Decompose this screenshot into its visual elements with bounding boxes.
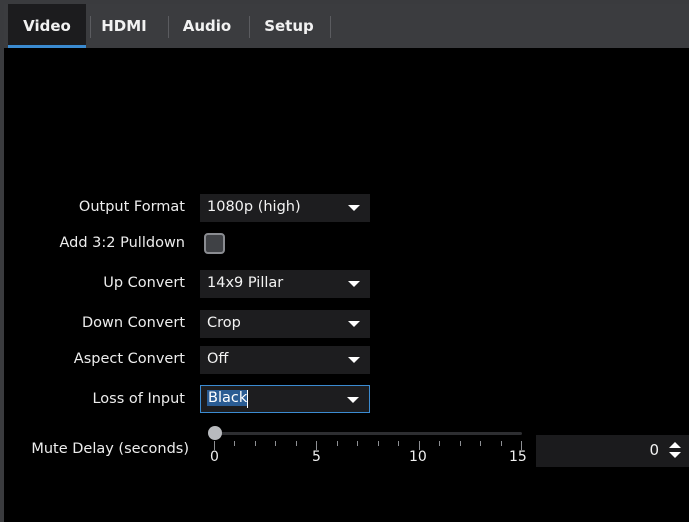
chevron-down-icon[interactable]	[669, 452, 681, 458]
loss-of-input-dropdown[interactable]: Black	[200, 385, 370, 413]
slider-tick	[439, 441, 441, 446]
chevron-up-icon[interactable]	[669, 442, 681, 448]
video-settings-panel: Video HDMI Audio Setup Output Format 108…	[4, 4, 689, 522]
text-cursor	[247, 390, 248, 408]
slider-tick	[480, 441, 482, 446]
add-pulldown-label: Add 3:2 Pulldown	[59, 235, 186, 251]
tab-audio[interactable]: Audio	[174, 4, 240, 48]
slider-tick	[336, 441, 338, 446]
output-format-label: Output Format	[78, 199, 185, 215]
tab-hdmi[interactable]: HDMI	[92, 4, 156, 48]
up-convert-label: Up Convert	[103, 275, 185, 291]
mute-delay-slider-track[interactable]	[210, 432, 522, 435]
chevron-down-icon	[348, 205, 360, 211]
chevron-down-icon	[348, 357, 360, 363]
slider-tick	[357, 441, 359, 446]
chevron-down-icon	[348, 281, 360, 287]
mute-delay-spinbox[interactable]: 0	[536, 435, 689, 467]
add-pulldown-checkbox[interactable]	[204, 233, 225, 254]
slider-tick	[254, 441, 256, 446]
tab-divider	[330, 16, 331, 38]
down-convert-label: Down Convert	[81, 315, 185, 331]
loss-of-input-label: Loss of Input	[92, 391, 185, 407]
spin-arrows-icon[interactable]	[669, 442, 681, 460]
up-convert-value: 14x9 Pillar	[207, 275, 284, 291]
tick-label: 10	[409, 449, 427, 465]
down-convert-value: Crop	[207, 315, 241, 331]
slider-tick	[377, 441, 379, 446]
mute-delay-slider-thumb[interactable]	[208, 426, 222, 440]
slider-tick	[398, 441, 400, 446]
mute-delay-label: Mute Delay (seconds)	[31, 441, 189, 457]
tab-bar: Video HDMI Audio Setup	[4, 4, 689, 48]
slider-tick	[459, 441, 461, 446]
tab-video[interactable]: Video	[8, 4, 86, 48]
chevron-down-icon	[347, 397, 359, 403]
tick-label: 5	[312, 449, 321, 465]
tab-divider	[249, 16, 250, 38]
tab-divider	[90, 16, 91, 38]
slider-tick	[295, 441, 297, 446]
loss-of-input-value[interactable]: Black	[207, 390, 249, 406]
mute-delay-value[interactable]: 0	[649, 441, 659, 459]
slider-tick	[500, 441, 502, 446]
slider-tick	[275, 441, 277, 446]
tab-setup[interactable]: Setup	[256, 4, 322, 48]
down-convert-dropdown[interactable]: Crop	[200, 310, 370, 338]
aspect-convert-label: Aspect Convert	[73, 351, 185, 367]
aspect-convert-value: Off	[207, 351, 229, 367]
tick-label: 0	[210, 449, 219, 465]
aspect-convert-dropdown[interactable]: Off	[200, 346, 370, 374]
output-format-dropdown[interactable]: 1080p (high)	[200, 194, 370, 222]
up-convert-dropdown[interactable]: 14x9 Pillar	[200, 270, 370, 298]
tab-divider	[168, 16, 169, 38]
tick-label: 15	[509, 449, 527, 465]
chevron-down-icon	[348, 321, 360, 327]
slider-tick	[234, 441, 236, 446]
output-format-value: 1080p (high)	[207, 199, 301, 215]
